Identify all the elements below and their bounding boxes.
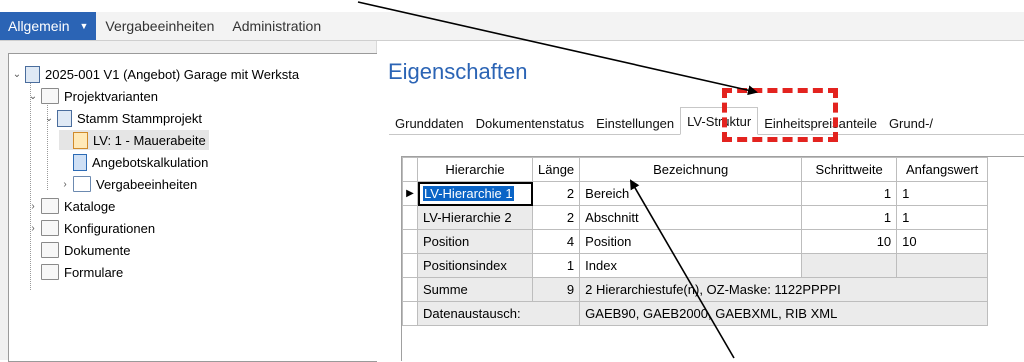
tree-node-dokumente[interactable]: Dokumente xyxy=(27,240,130,260)
tree-node-label: Konfigurationen xyxy=(64,220,156,236)
chevron-down-icon[interactable]: ⌄ xyxy=(27,91,39,102)
folder-icon xyxy=(41,198,59,214)
tree-node-angebotskalkulation[interactable]: Angebotskalkulation xyxy=(59,152,208,172)
laenge-cell[interactable]: 2 xyxy=(531,181,581,206)
bezeichnung-cell[interactable]: Abschnitt xyxy=(579,205,803,230)
schrittweite-cell xyxy=(801,253,898,278)
menu-bar: Allgemein ▼ Vergabeeinheiten Administrat… xyxy=(0,12,1024,41)
hierarchie-cell-edit[interactable]: LV-Hierarchie 1 xyxy=(417,181,533,206)
table-row[interactable]: Positionsindex 1 Index xyxy=(402,253,989,278)
column-header-hierarchie[interactable]: Hierarchie xyxy=(417,157,533,182)
variant-icon xyxy=(57,109,72,127)
chevron-down-icon[interactable]: ⌄ xyxy=(11,69,23,80)
laenge-cell[interactable]: 2 xyxy=(531,205,581,230)
datenaustausch-text: GAEB90, GAEB2000, GAEBXML, RIB XML xyxy=(579,301,989,326)
lv-document-icon xyxy=(73,131,88,149)
chevron-right-icon[interactable]: › xyxy=(27,201,39,212)
calculator-icon xyxy=(73,153,87,171)
summe-laenge: 9 xyxy=(531,277,581,302)
hierarchie-cell[interactable]: Position xyxy=(417,229,533,254)
hierarchie-cell[interactable]: LV-Hierarchie 2 xyxy=(417,205,533,230)
menu-allgemein[interactable]: Allgemein ▼ xyxy=(0,12,97,40)
summe-row: Summe 9 2 Hierarchiestufe(n), OZ-Maske: … xyxy=(402,277,989,302)
chevron-right-icon[interactable]: › xyxy=(59,179,71,190)
folder-icon xyxy=(73,176,91,192)
column-header-anfangswert[interactable]: Anfangswert xyxy=(896,157,989,182)
anfangswert-cell xyxy=(896,253,989,278)
grid-header-row: Hierarchie Länge Bezeichnung Schrittweit… xyxy=(402,157,989,182)
bezeichnung-cell[interactable]: Position xyxy=(579,229,803,254)
tree-node-label: Formulare xyxy=(64,264,124,280)
page-title: Eigenschaften xyxy=(388,59,528,84)
chevron-down-icon[interactable]: ▼ xyxy=(79,21,88,31)
laenge-cell[interactable]: 4 xyxy=(531,229,581,254)
chevron-down-icon[interactable]: ⌄ xyxy=(43,113,55,124)
tree-node-label: LV: 1 - Mauerabeite xyxy=(93,132,206,148)
tab-grund[interactable]: Grund-/ xyxy=(883,112,939,134)
callout-highlight-box xyxy=(722,88,838,142)
tree-node-kataloge[interactable]: › Kataloge xyxy=(27,196,115,216)
table-row[interactable]: Position 4 Position 10 10 xyxy=(402,229,989,254)
folder-icon xyxy=(41,242,59,258)
column-header-schrittweite[interactable]: Schrittweite xyxy=(801,157,898,182)
anfangswert-cell[interactable]: 1 xyxy=(896,205,989,230)
project-tree[interactable]: ⌄ 2025-001 V1 (Angebot) Garage mit Werks… xyxy=(8,53,377,362)
hierarchie-cell[interactable]: Positionsindex xyxy=(417,253,533,278)
chevron-right-icon[interactable]: › xyxy=(27,223,39,234)
datenaustausch-label: Datenaustausch: xyxy=(416,301,581,326)
tab-einstellungen[interactable]: Einstellungen xyxy=(590,112,680,134)
tree-node-konfigurationen[interactable]: › Konfigurationen xyxy=(27,218,155,238)
datenaustausch-row: Datenaustausch: GAEB90, GAEB2000, GAEBXM… xyxy=(402,301,989,326)
tab-dokumentenstatus[interactable]: Dokumentenstatus xyxy=(470,112,590,134)
tab-grunddaten[interactable]: Grunddaten xyxy=(389,112,470,134)
folder-icon xyxy=(41,264,59,280)
tree-node-project[interactable]: ⌄ 2025-001 V1 (Angebot) Garage mit Werks… xyxy=(11,64,299,84)
navigation-panel: ⌄ 2025-001 V1 (Angebot) Garage mit Werks… xyxy=(0,41,377,362)
menu-vergabeeinheiten[interactable]: Vergabeeinheiten xyxy=(96,12,223,40)
tree-node-label: Projektvarianten xyxy=(64,88,158,104)
tab-strip: Grunddaten Dokumentenstatus Einstellunge… xyxy=(389,107,1024,135)
tree-node-label: Kataloge xyxy=(64,198,116,214)
properties-panel: Eigenschaften Grunddaten Dokumentenstatu… xyxy=(377,41,1024,361)
bezeichnung-cell[interactable]: Bereich xyxy=(579,181,803,206)
laenge-cell[interactable]: 1 xyxy=(531,253,581,278)
schrittweite-cell[interactable]: 1 xyxy=(801,205,898,230)
folder-icon xyxy=(41,88,59,104)
project-icon xyxy=(25,65,40,83)
hierarchie-value: LV-Hierarchie 1 xyxy=(423,186,514,201)
tree-node-projektvarianten[interactable]: ⌄ Projektvarianten xyxy=(27,86,158,106)
schrittweite-cell[interactable]: 10 xyxy=(801,229,898,254)
column-header-bezeichnung[interactable]: Bezeichnung xyxy=(579,157,803,182)
tree-node-label: Stamm Stammprojekt xyxy=(77,110,202,126)
bezeichnung-cell[interactable]: Index xyxy=(579,253,803,278)
tree-node-vergabeeinheiten[interactable]: › Vergabeeinheiten xyxy=(59,174,197,194)
tree-node-formulare[interactable]: Formulare xyxy=(27,262,123,282)
current-row-indicator-icon: ▶ xyxy=(402,181,418,206)
summe-text: 2 Hierarchiestufe(n), OZ-Maske: 1122PPPP… xyxy=(579,277,989,302)
schrittweite-cell[interactable]: 1 xyxy=(801,181,898,206)
folder-icon xyxy=(41,220,59,236)
summe-label: Summe xyxy=(417,277,533,302)
table-row[interactable]: LV-Hierarchie 2 2 Abschnitt 1 1 xyxy=(402,205,989,230)
tree-node-label: 2025-001 V1 (Angebot) Garage mit Werksta xyxy=(45,66,300,82)
tree-node-label: Dokumente xyxy=(64,242,131,258)
tree-node-label: Angebotskalkulation xyxy=(92,154,209,170)
tree-node-stamm[interactable]: ⌄ Stamm Stammprojekt xyxy=(43,108,202,128)
tree-node-lv[interactable]: LV: 1 - Mauerabeite xyxy=(59,130,209,150)
table-row[interactable]: ▶ LV-Hierarchie 1 2 Bereich 1 1 xyxy=(402,181,989,206)
lv-struktur-grid: Hierarchie Länge Bezeichnung Schrittweit… xyxy=(401,156,1024,361)
menu-allgemein-label: Allgemein xyxy=(8,18,70,34)
anfangswert-cell[interactable]: 10 xyxy=(896,229,989,254)
tree-node-label: Vergabeeinheiten xyxy=(96,176,198,192)
menu-administration[interactable]: Administration xyxy=(223,12,330,40)
column-header-laenge[interactable]: Länge xyxy=(531,157,581,182)
anfangswert-cell[interactable]: 1 xyxy=(896,181,989,206)
